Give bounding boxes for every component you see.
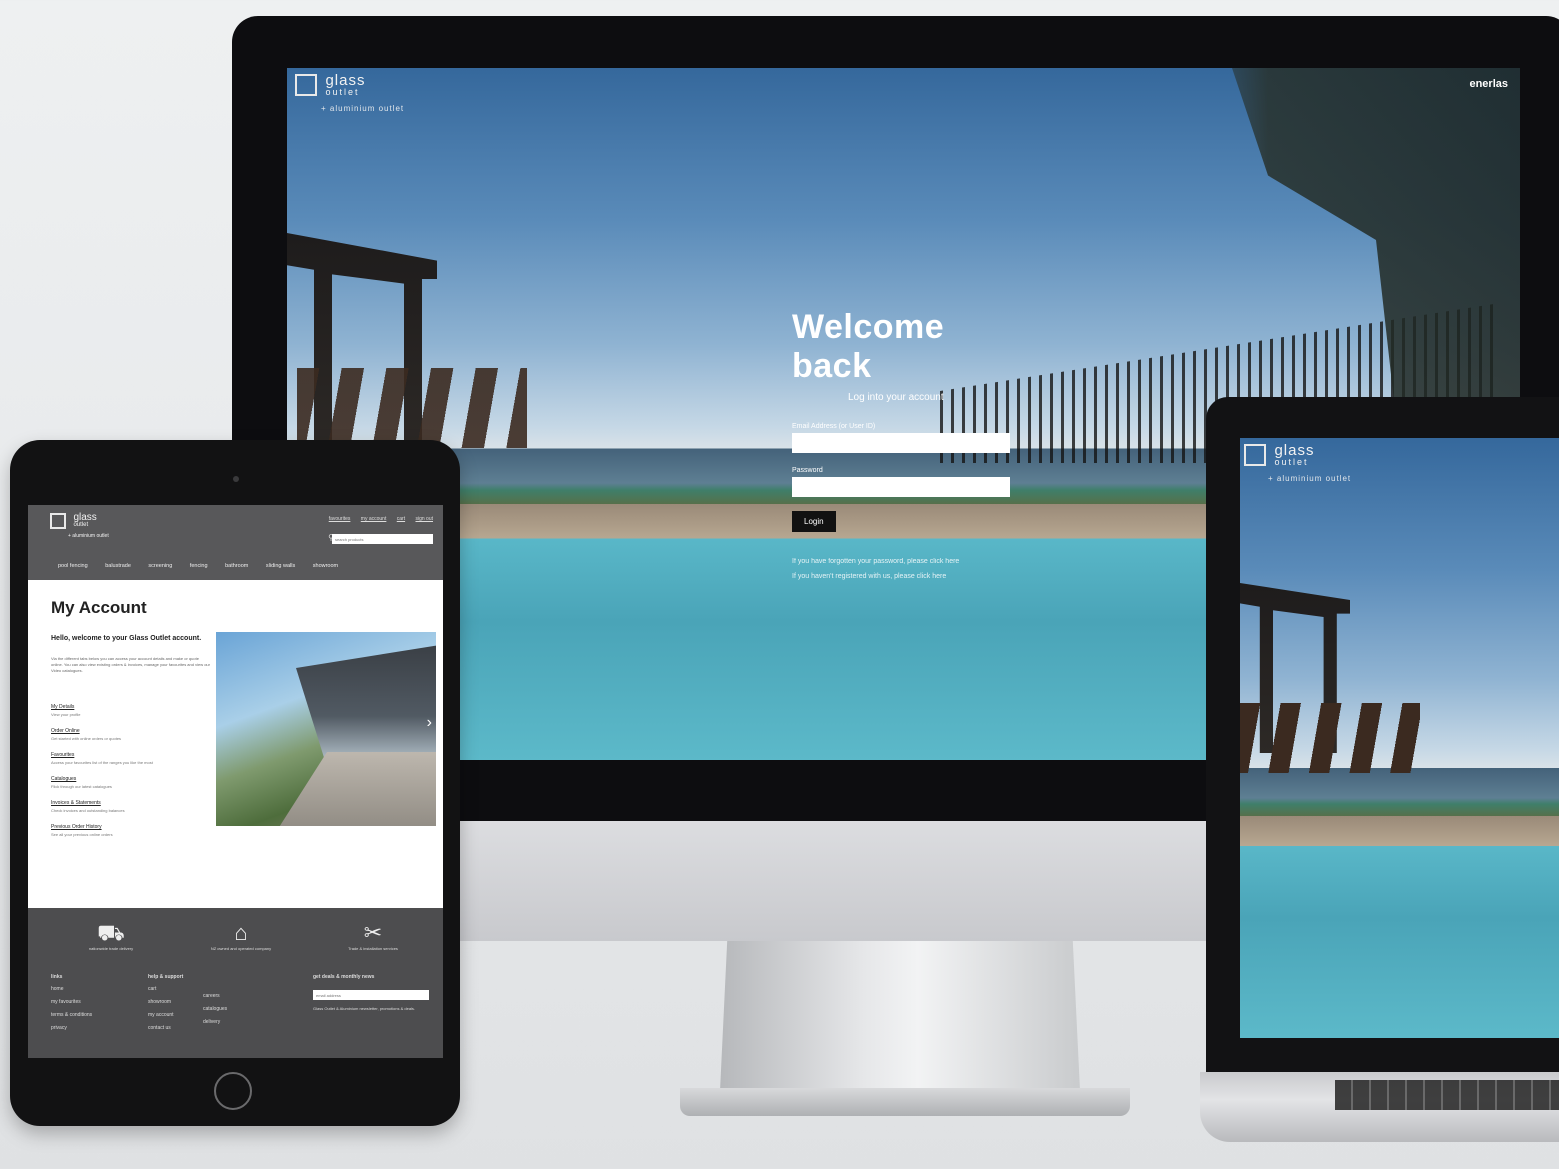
deck-image — [276, 752, 436, 826]
help-text: If you have forgotten your password, ple… — [792, 554, 1022, 584]
footer-link[interactable]: showroom — [148, 999, 183, 1005]
nav-bathroom[interactable]: bathroom — [225, 563, 248, 569]
tablet-camera — [233, 476, 239, 482]
loungers-image — [1240, 703, 1420, 773]
footer-help-column: help & support cart showroom my account … — [148, 974, 184, 1031]
password-field[interactable] — [792, 477, 1010, 497]
tablet-site-footer: ⛟ nationwide trade delivery ⌂ NZ owned a… — [28, 908, 443, 1058]
newsletter-signup: get deals & monthly news Glass Outlet & … — [313, 974, 433, 1019]
logo-mark-icon — [295, 74, 317, 96]
laptop-site-logo[interactable]: glass outlet + aluminium outlet — [1244, 443, 1351, 483]
site-logo[interactable]: glass outlet + aluminium outlet — [295, 73, 404, 113]
login-button[interactable]: Login — [792, 511, 836, 532]
forgot-password-link[interactable]: If you have forgotten your password, ple… — [792, 554, 1022, 569]
newsletter-blurb: Glass Outlet & Aluminium newsletter, pro… — [313, 1006, 416, 1011]
tablet-home-button[interactable] — [214, 1072, 252, 1110]
account-menu: My Details View your profile Order Onlin… — [51, 704, 216, 848]
nav-screening[interactable]: screening — [148, 563, 172, 569]
tablet-site-logo[interactable]: glass outlet + aluminium outlet — [50, 513, 109, 539]
laptop-keyboard — [1335, 1080, 1559, 1110]
house-image — [296, 644, 436, 764]
footer-link[interactable]: delivery — [203, 1019, 227, 1025]
service-trade: ✂ Trade & installation services — [318, 920, 428, 951]
welcome-text: Hello, welcome to your Glass Outlet acco… — [51, 635, 202, 642]
service-nz-owned: ⌂ NZ owned and operated company — [186, 920, 296, 951]
imac-stand — [720, 941, 1080, 1091]
newsletter-email-input[interactable] — [313, 990, 429, 1000]
logo-mark-icon — [1244, 444, 1266, 466]
welcome-title: Welcome back — [792, 308, 945, 385]
nav-fencing[interactable]: fencing — [190, 563, 208, 569]
page-title: My Account — [51, 598, 147, 617]
house-icon: ⌂ — [234, 920, 248, 945]
nav-showroom[interactable]: showroom — [313, 563, 338, 569]
imac-stand-foot — [680, 1088, 1130, 1116]
login-form: Welcome back Log into your account Email… — [792, 308, 1022, 584]
nav-sliding-walls[interactable]: sliding walls — [266, 563, 295, 569]
footer-link[interactable]: my account — [148, 1012, 183, 1018]
footer-link[interactable]: contact us — [148, 1025, 183, 1031]
loungers-image — [297, 368, 527, 448]
footer-link[interactable]: careers — [203, 993, 227, 999]
account-item-order-history[interactable]: Previous Order History See all your prev… — [51, 824, 216, 837]
tablet-site-header: glass outlet + aluminium outlet favourit… — [28, 505, 443, 580]
logo-mark-icon — [50, 513, 66, 529]
footer-link[interactable]: catalogues — [203, 1006, 227, 1012]
account-item-order-online[interactable]: Order Online Get started with online ord… — [51, 728, 216, 741]
welcome-subtitle: Log into your account — [848, 392, 944, 403]
top-link-my-account[interactable]: my account — [361, 516, 387, 522]
tablet-main-nav: pool fencing balustrade screening fencin… — [58, 563, 354, 569]
register-link[interactable]: If you haven't registered with us, pleas… — [792, 569, 1022, 584]
tablet-account-main: My Account Hello, welcome to your Glass … — [28, 580, 443, 908]
email-field[interactable] — [792, 433, 1010, 453]
top-link-cart[interactable]: cart — [397, 516, 405, 522]
account-item-invoices[interactable]: Invoices & Statements Check invoices and… — [51, 800, 216, 813]
account-item-favourites[interactable]: Favourites Access your favourites list o… — [51, 752, 216, 765]
tablet-top-links: favourites my account cart sign out — [320, 516, 433, 522]
hero-carousel-image: › — [216, 632, 436, 826]
footer-extra-column: careers catalogues delivery — [203, 993, 227, 1032]
account-item-catalogues[interactable]: Catalogues Flick through our latest cata… — [51, 776, 216, 789]
laptop-screen: glass outlet + aluminium outlet — [1240, 438, 1559, 1038]
email-label: Email Address (or User ID) — [792, 423, 876, 430]
footer-link[interactable]: privacy — [51, 1025, 92, 1031]
footer-links-column: links home my favourites terms & conditi… — [51, 974, 93, 1031]
search-input[interactable] — [332, 534, 433, 544]
service-delivery: ⛟ nationwide trade delivery — [56, 920, 166, 951]
top-link-favourites[interactable]: favourites — [329, 516, 351, 522]
intro-text: Via the different tabs below you can acc… — [51, 656, 210, 673]
top-link-sign-out[interactable]: sign out — [415, 516, 433, 522]
tablet-account-screen: glass outlet + aluminium outlet favourit… — [28, 505, 443, 1058]
nav-balustrade[interactable]: balustrade — [105, 563, 131, 569]
tools-icon: ✂ — [363, 920, 383, 945]
truck-icon: ⛟ — [97, 920, 125, 945]
password-label: Password — [792, 467, 823, 474]
nav-pool-fencing[interactable]: pool fencing — [58, 563, 88, 569]
footer-link[interactable]: cart — [148, 986, 183, 992]
account-item-my-details[interactable]: My Details View your profile — [51, 704, 216, 717]
footer-link[interactable]: home — [51, 986, 92, 992]
chevron-right-icon[interactable]: › — [427, 714, 432, 732]
footer-link[interactable]: terms & conditions — [51, 1012, 92, 1018]
footer-link[interactable]: my favourites — [51, 999, 92, 1005]
header-corner-link[interactable]: enerlas — [1469, 78, 1508, 90]
